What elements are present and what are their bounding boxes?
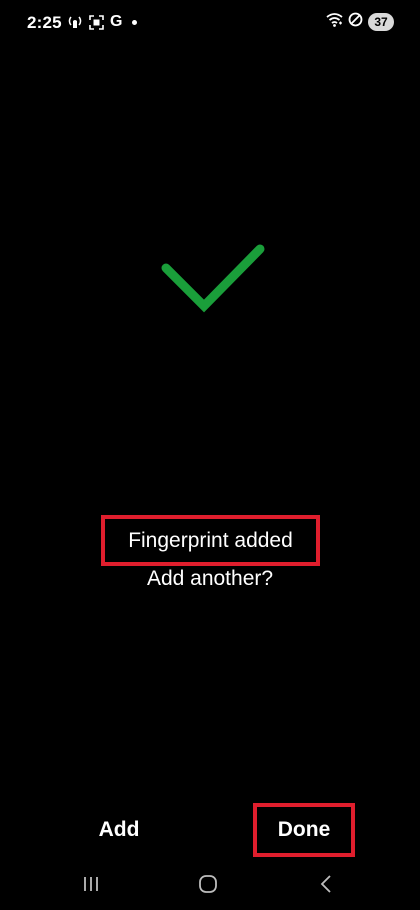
signal-hand-icon xyxy=(67,14,83,30)
battery-icon: 37 xyxy=(368,13,394,31)
screenshot-icon xyxy=(89,14,104,30)
do-not-disturb-icon xyxy=(348,12,363,32)
message-subtitle: Add another? xyxy=(146,567,274,590)
home-icon[interactable] xyxy=(193,871,223,897)
status-bar: 2:25 G 37 xyxy=(0,0,420,44)
status-icons-right: 37 xyxy=(326,12,394,32)
wifi-icon xyxy=(326,12,343,32)
navigation-bar xyxy=(0,860,420,910)
done-button[interactable]: Done xyxy=(253,803,355,857)
google-icon: G xyxy=(110,13,123,30)
title-highlight: Fingerprint added xyxy=(101,515,320,566)
checkmark-icon xyxy=(160,243,266,320)
message-title: Fingerprint added xyxy=(128,528,293,552)
recent-apps-icon[interactable] xyxy=(76,871,106,897)
status-icons-left: G xyxy=(67,13,138,30)
status-time: 2:25 xyxy=(27,13,62,32)
back-icon[interactable] xyxy=(311,871,341,897)
notification-dot-icon xyxy=(132,19,138,25)
add-button[interactable]: Add xyxy=(86,808,152,852)
